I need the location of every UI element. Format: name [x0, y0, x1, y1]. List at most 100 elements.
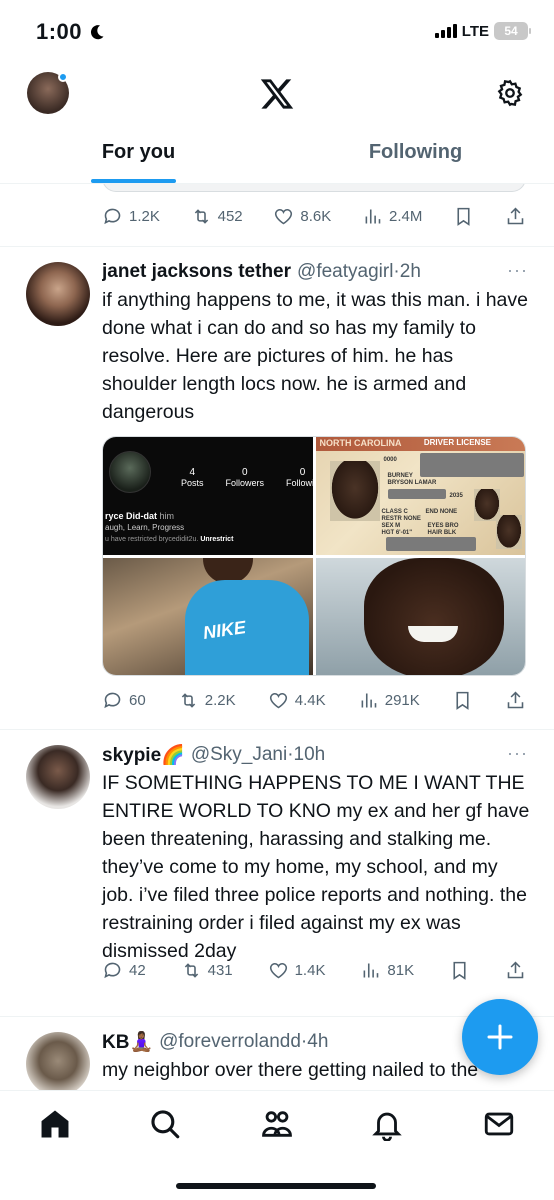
share-icon	[507, 961, 524, 978]
views-button[interactable]: 2.4M	[362, 206, 422, 227]
views-icon	[365, 209, 381, 223]
license-given-name: BRYSON LAMAR	[387, 480, 437, 486]
share-icon	[507, 207, 524, 224]
tweet-divider	[0, 729, 554, 730]
tweet-media-grid[interactable]: 4 Posts 0 Followers 0 Followin ryce Did-dat…	[102, 436, 526, 676]
repost-button[interactable]: 431	[181, 960, 233, 981]
repost-button[interactable]: 452	[191, 206, 243, 227]
reply-button[interactable]: 42	[102, 960, 146, 981]
notifications-bell-icon[interactable]	[370, 1107, 404, 1141]
compose-button[interactable]	[462, 999, 538, 1075]
share-icon	[507, 691, 524, 708]
status-indicators: LTE 54	[434, 22, 531, 40]
search-icon[interactable]	[148, 1107, 182, 1141]
tweet-actions: 60 2.2K 4.4K 291K	[102, 686, 526, 714]
bookmark-button[interactable]	[453, 206, 474, 227]
home-indicator	[176, 1183, 376, 1189]
repost-count: 2.2K	[204, 691, 236, 709]
views-icon	[361, 693, 377, 707]
previous-tweet-actions: 1.2K 452 8.6K 2.4M	[102, 202, 526, 230]
settings-gear-icon[interactable]	[496, 79, 524, 107]
share-button[interactable]	[505, 206, 526, 227]
signal-icon	[434, 24, 457, 38]
reply-icon	[104, 208, 121, 224]
reply-button[interactable]: 60	[102, 690, 146, 711]
communities-icon[interactable]	[260, 1107, 294, 1141]
tweet-time[interactable]: 10h	[294, 744, 326, 766]
tweet-time[interactable]: 2h	[400, 261, 421, 283]
license-end: END NONE	[425, 509, 458, 515]
views-icon	[363, 963, 379, 977]
tweet-header: janet jacksons tether @featyagirl · 2h	[102, 260, 526, 284]
home-icon[interactable]	[38, 1107, 72, 1141]
heart-icon	[269, 962, 287, 978]
like-button[interactable]: 8.6K	[273, 206, 331, 227]
reply-count: 42	[129, 961, 146, 979]
tab-for-you[interactable]: For you	[0, 128, 277, 183]
like-count: 1.4K	[294, 961, 326, 979]
author-avatar[interactable]	[26, 262, 90, 326]
battery-level: 54	[504, 24, 518, 38]
previous-tweet-media[interactable]	[102, 184, 526, 192]
author-name[interactable]: janet jacksons tether	[102, 261, 291, 283]
repost-count: 431	[207, 961, 233, 979]
bookmark-button[interactable]	[449, 960, 470, 981]
author-handle[interactable]: @Sky_Jani	[191, 744, 287, 766]
license-photo	[329, 461, 380, 521]
license-hair: HAIR BLK	[427, 530, 457, 536]
media-photo-selfie[interactable]	[315, 557, 525, 675]
status-bar: 1:00 LTE 54	[0, 0, 554, 66]
license-year: 2035	[449, 493, 463, 499]
reply-count: 60	[129, 691, 146, 709]
repost-icon	[181, 692, 195, 708]
tweet-text: if anything happens to me, it was this m…	[102, 289, 528, 423]
bookmark-button[interactable]	[452, 690, 473, 711]
more-options-icon[interactable]: ···	[507, 743, 528, 764]
reply-button[interactable]: 1.2K	[102, 206, 160, 227]
media-profile-screenshot[interactable]: 4 Posts 0 Followers 0 Followin ryce Did-dat…	[103, 437, 319, 555]
views-button[interactable]: 291K	[358, 690, 420, 711]
author-handle[interactable]: @foreverrolandd	[159, 1031, 301, 1053]
media-photo-nike-shirt[interactable]: NIKE	[103, 557, 313, 675]
repost-icon	[184, 962, 198, 978]
author-name[interactable]: KB🧘🏾‍♀️	[102, 1030, 153, 1054]
top-header: For you Following	[0, 66, 554, 184]
license-secondary-photo	[495, 515, 522, 549]
repost-button[interactable]: 2.2K	[178, 690, 236, 711]
heart-icon	[275, 208, 293, 224]
tab-following[interactable]: Following	[277, 128, 554, 183]
license-class: CLASS C	[381, 509, 408, 515]
repost-icon	[194, 208, 208, 224]
license-number: 0000	[383, 457, 397, 463]
view-count: 291K	[384, 691, 420, 709]
repost-count: 452	[217, 207, 243, 225]
author-avatar[interactable]	[26, 1032, 90, 1090]
author-handle[interactable]: @featyagirl	[297, 261, 393, 283]
tweet-text: IF SOMETHING HAPPENS TO ME I WANT THE EN…	[102, 772, 530, 962]
battery-icon: 54	[494, 22, 531, 40]
author-name[interactable]: skypie🌈	[102, 743, 185, 767]
license-title: DRIVER LICENSE	[423, 438, 491, 447]
like-count: 4.4K	[294, 691, 326, 709]
media-driver-license[interactable]: NORTH CAROLINA DRIVER LICENSE 0000 BURNE…	[315, 437, 525, 555]
tweet-divider	[0, 246, 554, 247]
views-button[interactable]: 81K	[360, 960, 414, 981]
reply-count: 1.2K	[129, 207, 160, 225]
timeline-feed[interactable]: 1.2K 452 8.6K 2.4M janet jacksons tether…	[0, 184, 554, 1090]
tweet-text: my neighbor over there getting nailed to…	[102, 1059, 479, 1081]
view-count: 81K	[387, 961, 415, 979]
share-button[interactable]	[505, 960, 526, 981]
more-options-icon[interactable]: ···	[507, 260, 528, 281]
reply-icon	[104, 962, 121, 978]
share-button[interactable]	[505, 690, 526, 711]
messages-envelope-icon[interactable]	[482, 1107, 516, 1141]
like-button[interactable]: 4.4K	[268, 690, 326, 711]
tweet-actions: 42 431 1.4K 81K	[102, 956, 526, 984]
photo-face	[363, 557, 504, 675]
like-button[interactable]: 1.4K	[268, 960, 326, 981]
x-logo-icon[interactable]	[259, 76, 295, 112]
notification-dot	[58, 72, 68, 82]
author-avatar[interactable]	[26, 745, 90, 809]
plus-icon	[487, 1024, 513, 1050]
tweet-time[interactable]: 4h	[307, 1031, 328, 1053]
